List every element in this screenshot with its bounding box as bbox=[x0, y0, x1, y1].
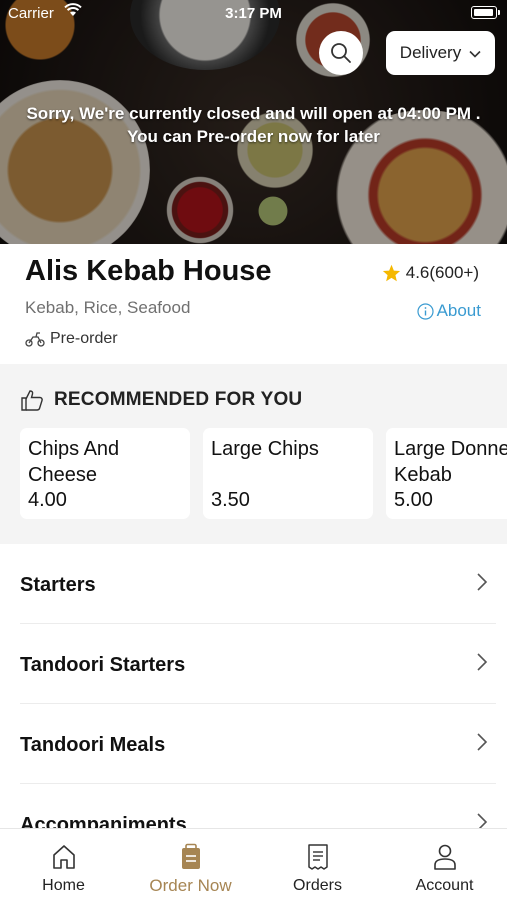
category-row-tandoori-starters[interactable]: Tandoori Starters bbox=[20, 624, 496, 704]
home-icon bbox=[52, 845, 75, 869]
search-icon bbox=[331, 43, 351, 63]
recommended-card[interactable]: Chips And Cheese 4.00 bbox=[20, 428, 190, 519]
info-icon bbox=[416, 302, 434, 320]
recommended-card[interactable]: Large Chips 3.50 bbox=[203, 428, 373, 519]
category-label: Tandoori Meals bbox=[20, 734, 166, 756]
cuisine-list: Kebab, Rice, Seafood bbox=[25, 298, 191, 317]
tab-label: Account bbox=[415, 877, 474, 894]
recommended-card[interactable]: Large Donner Kebab 5.00 bbox=[386, 428, 507, 519]
tab-account[interactable]: Account bbox=[381, 829, 507, 900]
restaurant-name: Alis Kebab House bbox=[25, 255, 272, 287]
category-row-accompaniments[interactable]: Accompaniments bbox=[20, 784, 496, 828]
recommended-item-name: Large Chips bbox=[211, 438, 319, 460]
chevron-right-icon bbox=[477, 573, 488, 591]
tab-label: Order Now bbox=[149, 876, 232, 895]
recommended-item-price: 3.50 bbox=[211, 489, 250, 511]
about-label: About bbox=[436, 301, 481, 320]
clock: 3:17 PM bbox=[225, 5, 282, 22]
menu-category-list: Starters Tandoori Starters Tandoori Meal… bbox=[0, 544, 507, 828]
category-row-starters[interactable]: Starters bbox=[20, 544, 496, 624]
closed-notice: Sorry, We're currently closed and will o… bbox=[0, 102, 507, 148]
chevron-right-icon bbox=[477, 813, 488, 828]
about-link[interactable]: About bbox=[416, 301, 481, 321]
battery-icon bbox=[471, 6, 500, 19]
category-label: Tandoori Starters bbox=[20, 654, 186, 676]
preorder-indicator: Pre-order bbox=[25, 330, 118, 348]
chevron-down-icon bbox=[469, 43, 481, 63]
chevron-right-icon bbox=[477, 733, 488, 751]
category-label: Accompaniments bbox=[20, 814, 187, 828]
delivery-mode-dropdown[interactable]: Delivery bbox=[386, 31, 495, 75]
recommended-item-price: 5.00 bbox=[394, 489, 433, 511]
person-icon bbox=[433, 844, 456, 870]
category-label: Starters bbox=[20, 574, 96, 596]
preorder-label: Pre-order bbox=[50, 330, 118, 347]
rating: 4.6(600+) bbox=[382, 263, 479, 283]
receipt-icon bbox=[307, 844, 328, 870]
status-bar: Carrier 3:17 PM bbox=[0, 0, 507, 28]
recommended-item-price: 4.00 bbox=[28, 489, 67, 511]
delivery-mode-label: Delivery bbox=[399, 43, 462, 62]
closed-notice-line1: Sorry, We're currently closed and will o… bbox=[26, 104, 481, 123]
bottom-tab-bar: Home Order Now Orders Account bbox=[0, 828, 507, 900]
tab-home[interactable]: Home bbox=[0, 829, 127, 900]
restaurant-info: Alis Kebab House 4.6(600+) Kebab, Rice, … bbox=[0, 244, 507, 364]
star-icon bbox=[382, 264, 400, 282]
thumbs-up-icon bbox=[21, 390, 43, 411]
category-row-tandoori-meals[interactable]: Tandoori Meals bbox=[20, 704, 496, 784]
recommended-header: RECOMMENDED FOR YOU bbox=[20, 389, 302, 411]
recommended-item-name: Large Donner Kebab bbox=[394, 438, 507, 486]
tab-orders[interactable]: Orders bbox=[254, 829, 381, 900]
closed-notice-line2: You can Pre-order now for later bbox=[127, 127, 380, 146]
tab-label: Home bbox=[42, 877, 85, 894]
rating-value: 4.6(600+) bbox=[405, 263, 479, 282]
chevron-right-icon bbox=[477, 653, 488, 671]
order-bag-icon bbox=[181, 843, 200, 869]
scooter-icon bbox=[25, 332, 45, 347]
search-button[interactable] bbox=[319, 31, 363, 75]
recommended-section: RECOMMENDED FOR YOU Chips And Cheese 4.0… bbox=[0, 364, 507, 544]
tab-label: Orders bbox=[293, 877, 342, 894]
tab-order-now[interactable]: Order Now bbox=[127, 829, 254, 900]
recommended-title: RECOMMENDED FOR YOU bbox=[54, 389, 303, 410]
hero-banner: Carrier 3:17 PM Delivery Sorry, We're cu… bbox=[0, 0, 507, 244]
recommended-item-name: Chips And Cheese bbox=[28, 438, 120, 486]
